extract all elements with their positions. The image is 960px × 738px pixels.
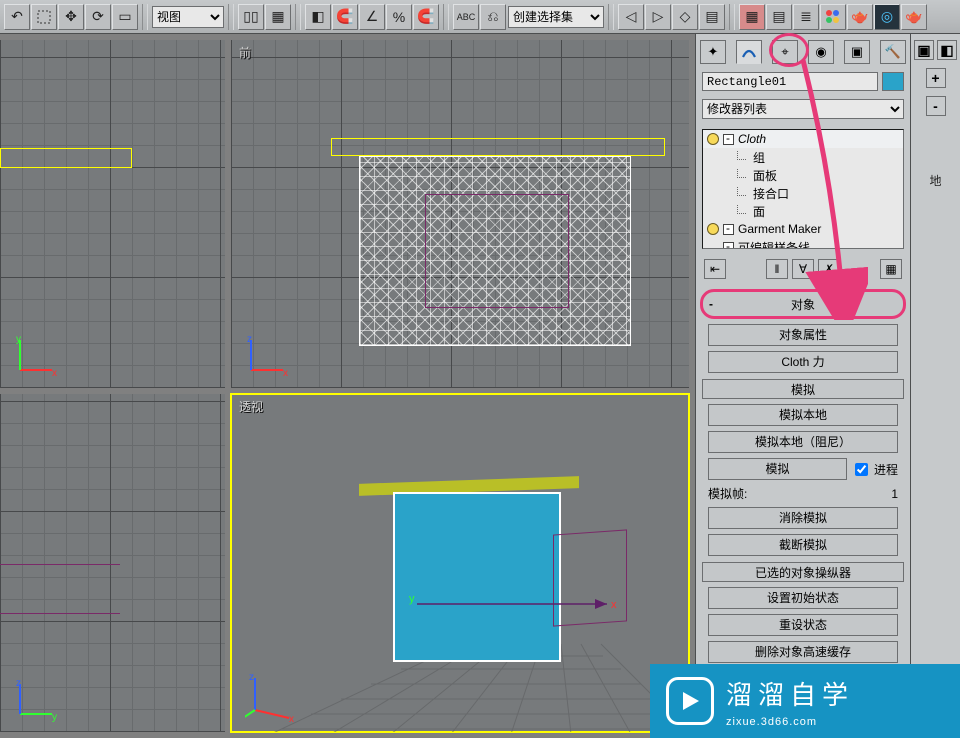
axis-gizmo: y z — [14, 678, 58, 722]
object-color-swatch[interactable] — [882, 72, 904, 91]
select-region-icon[interactable] — [31, 4, 57, 30]
svg-text:z: z — [16, 678, 21, 689]
axis-gizmo: x z — [245, 334, 289, 378]
render-frame-icon[interactable]: ◎ — [874, 4, 900, 30]
svg-text:x: x — [289, 714, 294, 722]
help-rect — [425, 194, 569, 308]
cloth-force-button[interactable]: Cloth 力 — [708, 351, 898, 373]
render-setup-icon[interactable]: 🫖 — [847, 4, 873, 30]
axis-gizmo: x y — [14, 334, 58, 378]
configure-stack-icon[interactable]: ▦ — [880, 259, 902, 279]
watermark-title: 溜溜自学 — [726, 675, 854, 712]
svg-text:y: y — [52, 712, 57, 722]
progress-checkbox-input[interactable] — [855, 463, 868, 476]
isolate-icon[interactable]: ◧ — [305, 4, 331, 30]
reset-state-button[interactable]: 重设状态 — [708, 614, 898, 636]
modify-tab-icon[interactable] — [736, 40, 762, 64]
progress-checkbox[interactable]: 进程 — [851, 460, 898, 479]
snap-icon[interactable]: 🧲 — [332, 4, 358, 30]
scale-icon[interactable]: ▭ — [112, 4, 138, 30]
undo-icon[interactable]: ↶ — [4, 4, 30, 30]
grid-icon[interactable]: ▦ — [265, 4, 291, 30]
trim-sim-button[interactable]: 截断模拟 — [708, 534, 898, 556]
view-dropdown[interactable]: 视图 — [152, 6, 224, 28]
set-init-state-button[interactable]: 设置初始状态 — [708, 587, 898, 609]
abc-icon[interactable]: ABC — [453, 4, 479, 30]
viewport-perspective[interactable]: 透视 — [231, 394, 689, 732]
viewport-front[interactable]: 前 x z — [231, 40, 689, 388]
bulb-icon[interactable] — [707, 223, 719, 235]
clear-cache-button[interactable]: 删除对象高速缓存 — [708, 641, 898, 663]
rectangle-outline — [331, 138, 665, 156]
expand-icon[interactable] — [723, 224, 734, 235]
right-strip: ▣ ◧ + - 地 — [910, 34, 960, 738]
rollout-selected[interactable]: 已选的对象操纵器 — [702, 562, 904, 582]
sim-local-button[interactable]: 模拟本地 — [708, 404, 898, 426]
watermark-logo-icon — [666, 677, 714, 725]
sim-frame-label: 模拟帧: — [708, 485, 747, 502]
next-icon[interactable]: ▷ — [645, 4, 671, 30]
viewport-container: x y 前 x z — [0, 34, 695, 738]
viewport-label-front: 前 — [239, 44, 251, 61]
svg-text:x: x — [52, 368, 57, 378]
strip-minus-button[interactable]: - — [926, 96, 946, 116]
mirror-icon[interactable]: ▯▯ — [238, 4, 264, 30]
rotate-icon[interactable]: ⟳ — [85, 4, 111, 30]
strip-plus-button[interactable]: + — [926, 68, 946, 88]
bulb-icon[interactable] — [707, 133, 719, 145]
expand-icon[interactable] — [723, 242, 734, 250]
angle-snap-icon[interactable]: ∠ — [359, 4, 385, 30]
cloth-object — [393, 492, 561, 662]
strip-tool-a-icon[interactable]: ▣ — [914, 40, 934, 60]
link-icon[interactable]: ⎌ — [480, 4, 506, 30]
show-end-icon[interactable]: ‖ — [766, 259, 788, 279]
sim-frame-value: 1 — [891, 487, 898, 501]
strip-tool-b-icon[interactable]: ◧ — [937, 40, 957, 60]
top-toolbar: ↶ ✥ ⟳ ▭ 视图 ▯▯ ▦ ◧ 🧲 ∠ % 🧲 ABC ⎌ 创建选择集 ◁ … — [0, 0, 960, 34]
axis-gizmo: x z — [245, 670, 297, 722]
material-editor-icon[interactable] — [820, 4, 846, 30]
modifier-label: Cloth — [738, 132, 766, 146]
layers-a-icon[interactable]: ▤ — [699, 4, 725, 30]
perspective-axes: y x — [407, 584, 627, 624]
curve-editor-icon[interactable]: ▦ — [739, 4, 765, 30]
svg-text:y: y — [16, 334, 21, 345]
rollout-sim[interactable]: 模拟 — [702, 379, 904, 399]
create-tab-icon[interactable]: ✦ — [700, 40, 726, 64]
expand-icon[interactable] — [723, 134, 734, 145]
svg-text:x: x — [283, 368, 288, 378]
snap-toggle-icon[interactable]: 🧲 — [413, 4, 439, 30]
viewport-left[interactable]: y z — [0, 394, 225, 732]
object-properties-button[interactable]: 对象属性 — [708, 324, 898, 346]
percent-snap-icon[interactable]: % — [386, 4, 412, 30]
selection-set-dropdown[interactable]: 创建选择集 — [508, 6, 604, 28]
prev-icon[interactable]: ◁ — [618, 4, 644, 30]
svg-text:y: y — [409, 593, 415, 605]
layer-manager-icon[interactable]: ▤ — [766, 4, 792, 30]
viewport-top[interactable]: x y — [0, 40, 225, 388]
watermark-url: zixue.3d66.com — [726, 716, 854, 728]
minus-icon: - — [709, 297, 713, 311]
erase-sim-button[interactable]: 消除模拟 — [708, 507, 898, 529]
rollout-label: 已选的对象操纵器 — [755, 564, 851, 581]
quick-render-icon[interactable]: 🫖 — [901, 4, 927, 30]
utilities-tab-icon[interactable]: 🔨 — [880, 40, 906, 64]
strip-label: 地 — [929, 172, 941, 189]
move-icon[interactable]: ✥ — [58, 4, 84, 30]
svg-text:z: z — [249, 672, 254, 683]
svg-text:x: x — [611, 599, 617, 611]
simulate-button[interactable]: 模拟 — [708, 458, 847, 480]
watermark-banner: 溜溜自学 zixue.3d66.com — [650, 664, 960, 738]
help-rect — [0, 564, 120, 614]
rectangle-outline — [0, 148, 132, 168]
rollout-label: 模拟 — [791, 381, 815, 398]
clear-icon[interactable]: ◇ — [672, 4, 698, 30]
sim-local-damp-button[interactable]: 模拟本地（阻尼） — [708, 431, 898, 453]
editor-b-icon[interactable]: ≣ — [793, 4, 819, 30]
annotation-arrow — [788, 60, 868, 320]
pin-stack-icon[interactable]: ⇤ — [704, 259, 726, 279]
svg-text:z: z — [247, 334, 252, 345]
